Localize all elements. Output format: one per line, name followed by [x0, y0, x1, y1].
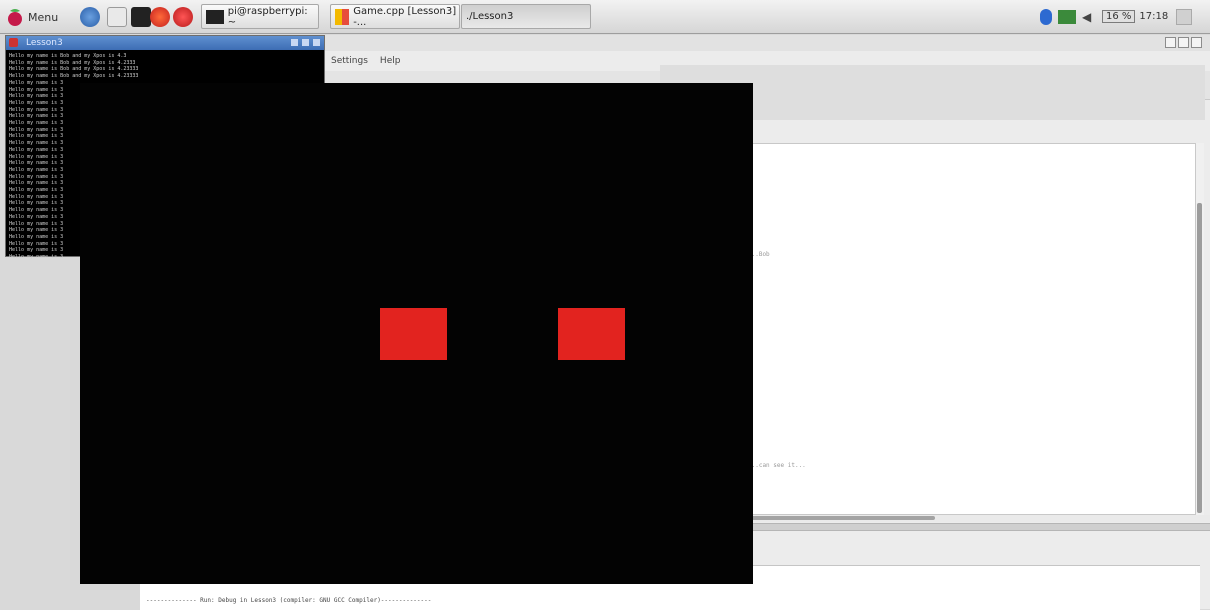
terminal-titlebar[interactable]: Lesson3: [6, 36, 324, 50]
terminal-icon[interactable]: [131, 7, 151, 27]
scroll-thumb[interactable]: [745, 516, 935, 520]
terminal-window-controls: [291, 39, 320, 46]
geany-icon: [335, 8, 350, 25]
menu-button[interactable]: Menu: [6, 5, 58, 29]
network-icon[interactable]: [1058, 9, 1076, 24]
minimize-icon[interactable]: [1165, 37, 1176, 48]
system-tray: ◀ 16 % 17:18: [1040, 4, 1193, 29]
terminal-icon: [206, 9, 224, 24]
maximize-icon[interactable]: [1178, 37, 1189, 48]
taskbar: Menu pi@raspberrypi: ~ Game.cpp [Lesson3…: [0, 0, 1210, 34]
clock[interactable]: 17:18: [1139, 11, 1168, 22]
geany-window-controls: [1165, 37, 1202, 48]
build-status-line: -------------- Run: Debug in Lesson3 (co…: [146, 597, 432, 604]
menu-settings[interactable]: Settings: [331, 56, 368, 66]
bluetooth-icon[interactable]: [1040, 8, 1052, 25]
close-icon[interactable]: [1191, 37, 1202, 48]
task-geany[interactable]: Game.cpp [Lesson3] -...: [330, 4, 460, 29]
task-lesson3-label: ./Lesson3: [466, 11, 514, 22]
task-terminal-label: pi@raspberrypi: ~: [227, 5, 308, 28]
task-lesson3[interactable]: ./Lesson3: [461, 4, 591, 29]
menu-help[interactable]: Help: [380, 56, 401, 66]
volume-icon[interactable]: ◀: [1082, 10, 1096, 24]
terminal-line: Hello my name is Bob and my Xpos is 4.23…: [9, 66, 139, 73]
minimize-icon[interactable]: [291, 39, 298, 46]
wolfram-icon[interactable]: [173, 7, 193, 27]
red-square-right: [558, 308, 625, 360]
terminal-title: Lesson3: [26, 38, 63, 48]
close-icon[interactable]: [313, 39, 320, 46]
editor-vertical-scrollbar[interactable]: [1195, 143, 1204, 515]
browser-icon[interactable]: [80, 7, 100, 27]
task-geany-label: Game.cpp [Lesson3] -...: [353, 5, 457, 28]
code-editor[interactable]: ...Bob ...can see it...: [745, 143, 1197, 515]
code-fragment: ...can see it...: [748, 462, 806, 469]
terminal-line: Hello my name is Bob and my Xpos is 4.23…: [9, 73, 139, 80]
red-square-left: [380, 308, 447, 360]
terminal-line: Hello my name is Bob and my Xpos is 4.23…: [9, 59, 136, 66]
geany-titlebar: [325, 35, 1210, 51]
mathematica-icon[interactable]: [150, 7, 170, 27]
game-window[interactable]: [80, 83, 753, 584]
scroll-thumb[interactable]: [1197, 203, 1202, 513]
raspberry-icon: [8, 9, 22, 26]
cpu-monitor: 16 %: [1102, 10, 1136, 23]
eject-icon[interactable]: [1176, 8, 1193, 25]
terminal-line: Hello my name is Bob and my Xpos is 4.3: [9, 53, 127, 59]
task-terminal[interactable]: pi@raspberrypi: ~: [201, 4, 319, 29]
terminal-app-icon: [9, 38, 18, 47]
menu-label: Menu: [28, 10, 59, 24]
file-manager-icon[interactable]: [107, 7, 127, 27]
maximize-icon[interactable]: [302, 39, 309, 46]
